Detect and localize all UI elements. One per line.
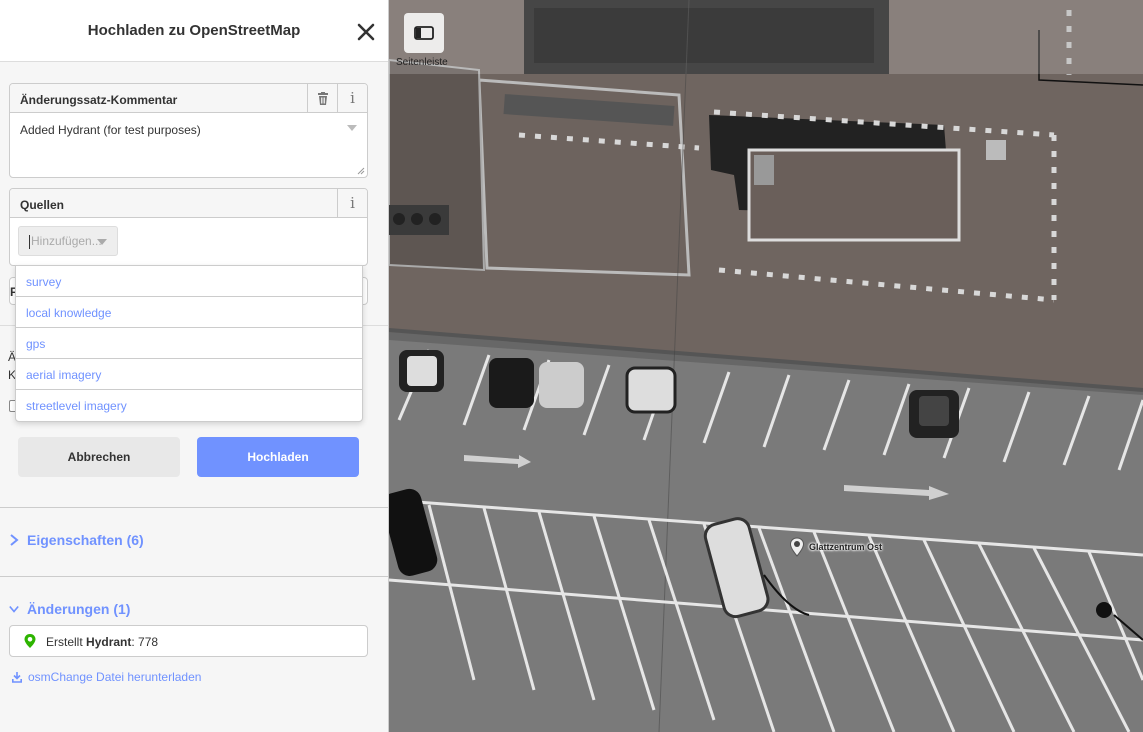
chevron-down-icon	[9, 605, 19, 613]
sources-label-bar: Quellen i	[10, 189, 367, 218]
poi-label: Glattzentrum Ost	[809, 542, 883, 552]
trash-icon	[317, 91, 328, 105]
change-list-item[interactable]: Erstellt Hydrant: 778	[9, 625, 368, 657]
change-action: Erstellt	[46, 635, 83, 649]
changeset-comment-field: Änderungssatz-Kommentar i Added Hydrant …	[9, 83, 368, 178]
change-suffix: : 778	[131, 635, 159, 649]
map-poi[interactable]: Glattzentrum Ost	[789, 537, 882, 557]
sources-placeholder: Hinzufügen...	[31, 234, 102, 248]
sources-label: Quellen	[20, 198, 65, 212]
sources-option[interactable]: local knowledge	[16, 297, 362, 328]
sources-info-button[interactable]: i	[337, 189, 367, 217]
panel-title: Hochladen zu OpenStreetMap	[87, 22, 301, 39]
download-link-label: osmChange Datei herunterladen	[28, 670, 202, 684]
change-type: Hydrant	[86, 635, 132, 649]
sources-field: Quellen i Hinzufügen...	[9, 188, 368, 266]
chevron-down-icon	[97, 239, 107, 245]
download-osmchange-link[interactable]: osmChange Datei herunterladen	[12, 670, 201, 684]
sources-option[interactable]: streetlevel imagery	[16, 390, 362, 421]
info-icon: i	[350, 194, 355, 212]
cancel-button[interactable]: Abbrechen	[18, 437, 180, 477]
sources-combo-input[interactable]: Hinzufügen...	[18, 226, 118, 256]
changeset-comment-value: Added Hydrant (for test purposes)	[20, 123, 201, 137]
poi-pin-icon	[789, 537, 805, 557]
sources-dropdown: survey local knowledge gps aerial imager…	[15, 265, 363, 422]
chevron-down-icon	[347, 125, 357, 131]
aerial-imagery	[389, 0, 1143, 732]
sources-option[interactable]: survey	[16, 266, 362, 297]
changeset-comment-textarea[interactable]: Added Hydrant (for test purposes)	[10, 113, 367, 177]
sources-option[interactable]: aerial imagery	[16, 359, 362, 390]
close-button[interactable]	[356, 22, 376, 42]
upload-button[interactable]: Hochladen	[197, 437, 359, 477]
download-icon	[12, 671, 22, 683]
properties-section-label: Eigenschaften (6)	[27, 532, 144, 548]
delete-comment-button[interactable]	[307, 84, 337, 112]
divider	[0, 576, 388, 577]
comment-info-button[interactable]: i	[337, 84, 367, 112]
changes-section-label: Änderungen (1)	[27, 601, 131, 617]
resize-handle-icon[interactable]	[357, 167, 365, 175]
sidebar-icon	[414, 26, 434, 40]
text-cursor	[29, 235, 30, 249]
sources-option[interactable]: gps	[16, 328, 362, 359]
sidebar-toggle-label: Seitenleiste	[396, 57, 448, 68]
chevron-right-icon	[10, 534, 19, 546]
map-view[interactable]: Seitenleiste Glattzentrum Ost	[389, 0, 1143, 732]
close-icon	[357, 23, 375, 41]
panel-header: Hochladen zu OpenStreetMap	[0, 0, 388, 62]
info-icon: i	[350, 89, 355, 107]
properties-section-toggle[interactable]: Eigenschaften (6)	[9, 532, 144, 548]
sidebar-toggle-button[interactable]	[404, 13, 444, 53]
changeset-comment-label-bar: Änderungssatz-Kommentar i	[10, 84, 367, 113]
changeset-comment-label: Änderungssatz-Kommentar	[20, 93, 178, 107]
map-top-bar	[389, 0, 1143, 74]
map-pin-icon	[24, 634, 36, 648]
changes-section-toggle[interactable]: Änderungen (1)	[9, 601, 130, 617]
divider	[0, 507, 388, 508]
upload-sidebar: Hochladen zu OpenStreetMap Änderungssatz…	[0, 0, 389, 732]
